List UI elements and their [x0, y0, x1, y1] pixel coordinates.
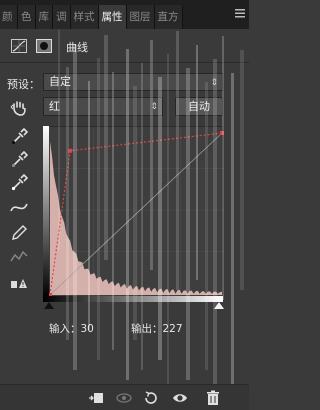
- input-gradient-bar: [43, 296, 223, 302]
- tab-properties[interactable]: 属性: [98, 5, 127, 29]
- clipping-warning-icon[interactable]: [10, 272, 28, 290]
- black-point-slider[interactable]: [44, 302, 54, 309]
- eye-icon[interactable]: [172, 390, 188, 406]
- channel-dropdown[interactable]: 红 ⇕: [43, 97, 163, 116]
- auto-button[interactable]: 自动: [175, 97, 223, 116]
- streak: [240, 50, 244, 290]
- output-gradient-bar: [43, 126, 49, 298]
- view-previous-icon[interactable]: [116, 390, 132, 406]
- channel-value: 红: [49, 100, 60, 113]
- panel-title: 曲线: [66, 41, 88, 54]
- preset-value: 自定: [49, 75, 71, 88]
- curves-icon[interactable]: [11, 39, 27, 53]
- dropdown-arrows-icon: ⇕: [150, 102, 158, 112]
- eyedropper-white-icon[interactable]: [10, 174, 28, 192]
- tab-adjustments[interactable]: 调: [53, 5, 71, 29]
- streak: [231, 73, 234, 384]
- dropdown-arrows-icon: ⇕: [210, 78, 218, 88]
- curve-graph[interactable]: [43, 126, 224, 299]
- tab-swatches[interactable]: 色: [18, 5, 36, 29]
- output-value: 输出：227: [131, 323, 183, 335]
- curve-edit-icon[interactable]: [10, 199, 28, 217]
- reset-icon[interactable]: [143, 390, 159, 406]
- eyedropper-black-icon[interactable]: [10, 128, 28, 146]
- smooth-icon[interactable]: [10, 248, 28, 266]
- curve-control-point[interactable]: [68, 148, 73, 153]
- panel-menu-icon[interactable]: [235, 8, 245, 18]
- tab-color[interactable]: 颜: [0, 5, 18, 29]
- preset-dropdown[interactable]: 自定 ⇕: [43, 73, 223, 91]
- trash-icon[interactable]: [205, 390, 221, 406]
- mask-icon[interactable]: [36, 39, 52, 53]
- preset-label: 预设：: [7, 78, 40, 91]
- curve-svg[interactable]: [44, 127, 224, 299]
- panel-tab-bar: 颜 色 库 调 样式 属性 图层 直方: [0, 0, 249, 29]
- baseline-diagonal: [49, 132, 223, 296]
- curve-control-point[interactable]: [220, 131, 224, 135]
- histogram: [50, 141, 222, 295]
- tab-layers[interactable]: 图层: [126, 5, 155, 29]
- hand-adjust-icon[interactable]: [10, 99, 28, 117]
- input-value: 输入：30: [49, 323, 94, 335]
- tab-histogram[interactable]: 直方: [154, 5, 183, 29]
- pencil-icon[interactable]: [10, 224, 28, 242]
- tab-styles[interactable]: 样式: [70, 5, 99, 29]
- tab-libraries[interactable]: 库: [35, 5, 53, 29]
- clip-to-layer-icon[interactable]: [88, 390, 104, 406]
- white-point-slider[interactable]: [214, 302, 224, 309]
- eyedropper-gray-icon[interactable]: [10, 151, 28, 169]
- bottom-toolbar: [0, 384, 249, 410]
- properties-header: 曲线: [0, 29, 249, 63]
